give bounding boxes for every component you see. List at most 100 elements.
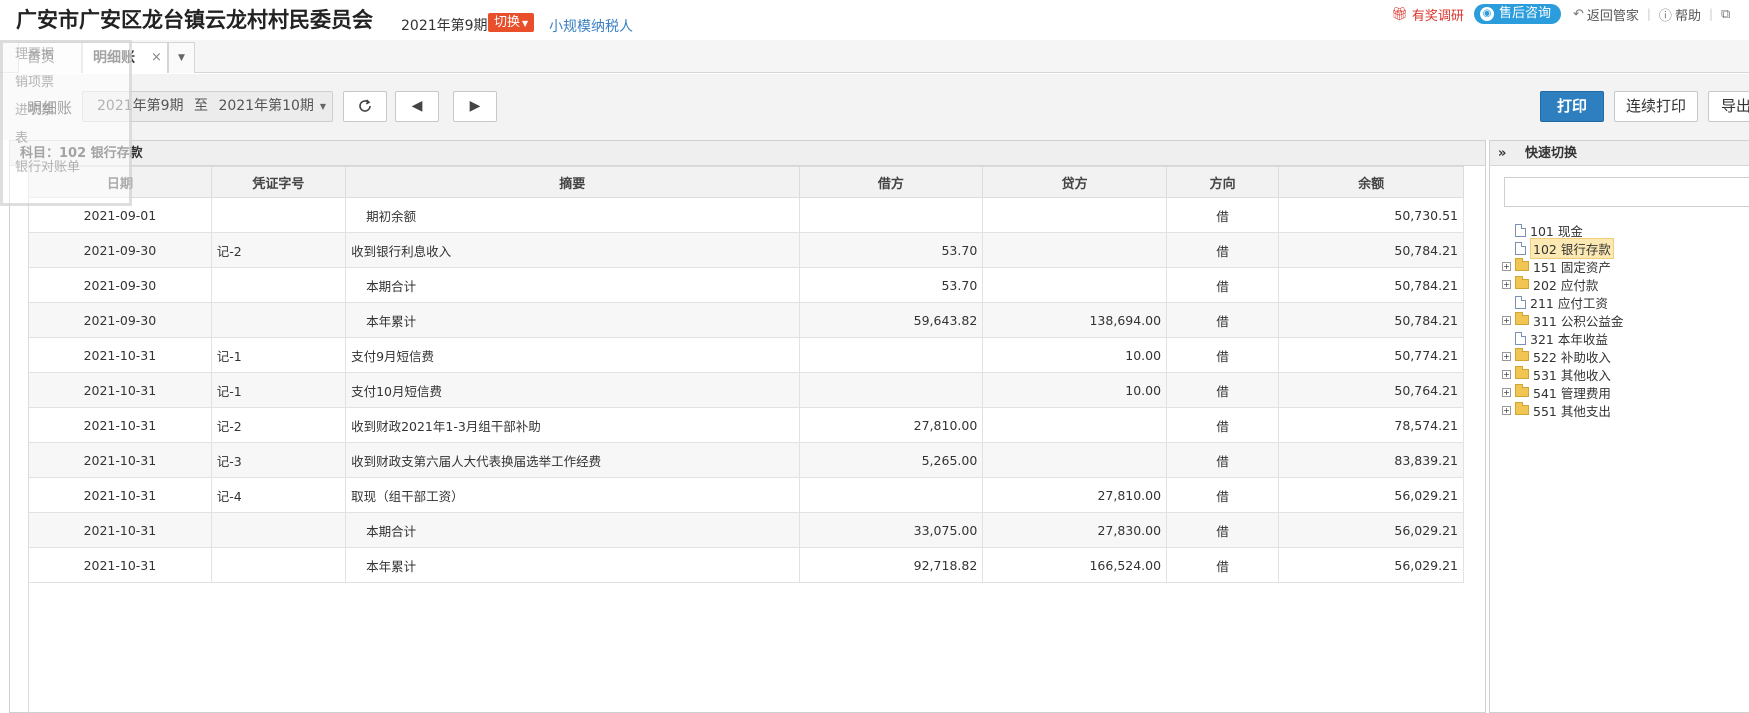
expand-icon[interactable]: + (1502, 351, 1511, 361)
continuous-print-button[interactable]: 连续打印 (1614, 91, 1698, 122)
period-range-select[interactable]: 2021年第9期 至 2021年第10期 ▼ (82, 91, 333, 122)
toolbar: 明细账 2021年第9期 至 2021年第10期 ▼ ◀ ▶ 打印 连续打印 导… (0, 74, 1749, 140)
divider: | (1646, 7, 1651, 21)
tree-node[interactable]: +541 管理费用 (1502, 383, 1742, 401)
cell-date: 2021-09-30 (28, 232, 212, 268)
switch-period-button[interactable]: 切换 ▼ (488, 13, 535, 32)
table-row[interactable]: 2021-10-31 记-3 收到财政支第六届人大代表换届选举工作经费 5,265.0… (28, 442, 1464, 478)
table-row[interactable]: 2021-10-31 记-4 取现（组干部工资） 27,810.00 借 56,029.2… (28, 477, 1464, 513)
table-row[interactable]: 2021-10-31 记-1 支付9月短信费 10.00 借 50,774.21 (28, 337, 1464, 373)
cell-summary: 本期合计 (345, 512, 800, 548)
back-to-manager-link[interactable]: ↶ 返回管家 (1573, 5, 1639, 24)
cell-date: 2021-10-31 (28, 337, 212, 373)
cell-summary: 期初余额 (345, 197, 800, 233)
table-row[interactable]: 2021-10-31 记-2 收到财政2021年1-3月组干部补助 27,810.00… (28, 407, 1464, 443)
tree-node[interactable]: 102 银行存款 (1502, 237, 1742, 259)
table-row[interactable]: 2021-09-30 本年累计 59,643.82 138,694.00 借 50,784… (28, 302, 1464, 338)
expand-icon[interactable]: + (1502, 369, 1511, 379)
cell-summary: 本年累计 (345, 547, 800, 583)
export-button[interactable]: 导出 (1708, 91, 1749, 122)
prev-period-button[interactable]: ◀ (395, 91, 439, 122)
refresh-button[interactable] (343, 91, 387, 122)
expand-icon[interactable]: + (1502, 279, 1511, 289)
tree-node[interactable]: +522 补助收入 (1502, 347, 1742, 365)
cell-date: 2021-10-31 (28, 512, 212, 548)
tree-node[interactable]: +531 其他收入 (1502, 365, 1742, 383)
cell-debit: 5,265.00 (798, 442, 984, 478)
taxpayer-type-link[interactable]: 小规模纳税人 (549, 16, 633, 36)
cell-balance: 50,764.21 (1278, 372, 1464, 408)
cell-dir: 借 (1166, 267, 1280, 303)
cell-date: 2021-09-30 (28, 302, 212, 338)
next-period-button[interactable]: ▶ (453, 91, 497, 122)
table-row[interactable]: 2021-09-30 本期合计 53.70 借 50,784.21 (28, 267, 1464, 303)
help-link[interactable]: ⓘ 帮助 (1659, 5, 1701, 24)
eye-icon: ◉ (1479, 7, 1494, 21)
tree-node-label: 102 银行存款 (1530, 237, 1614, 259)
org-title: 广安市广安区龙台镇云龙村村民委员会 (16, 8, 373, 32)
table-row[interactable]: 2021-10-31 记-1 支付10月短信费 10.00 借 50,764.21 (28, 372, 1464, 408)
cell-dir: 借 (1166, 442, 1280, 478)
collapse-panel-icon[interactable]: » (1498, 146, 1506, 161)
column-header: 凭证字号 (210, 166, 347, 198)
divider: | (1708, 7, 1713, 21)
cell-debit (798, 477, 984, 513)
close-icon[interactable]: × (151, 43, 162, 73)
column-header: 余额 (1278, 166, 1464, 198)
range-to: 2021年第10期 (218, 98, 314, 114)
folder-icon (1515, 276, 1529, 289)
cell-date: 2021-09-01 (28, 197, 212, 233)
table-row[interactable]: 2021-10-31 本年累计 92,718.82 166,524.00 借 56,029… (28, 547, 1464, 583)
tab-home[interactable]: 首页 (18, 42, 82, 73)
expand-icon[interactable]: + (1502, 315, 1511, 325)
print-button[interactable]: 打印 (1540, 91, 1604, 122)
cell-date: 2021-10-31 (28, 442, 212, 478)
cell-balance: 50,784.21 (1278, 267, 1464, 303)
divider (28, 197, 29, 713)
survey-label: 有奖调研 (1411, 8, 1464, 24)
tab-ledger[interactable]: 明细账 × (82, 42, 168, 73)
cell-debit: 59,643.82 (798, 302, 984, 338)
quick-switch-search-input[interactable] (1504, 177, 1749, 207)
tree-node[interactable]: +551 其他支出 (1502, 401, 1742, 419)
table-row[interactable]: 2021-09-30 记-2 收到银行利息收入 53.70 借 50,784.21 (28, 232, 1464, 268)
tree-node-label: 311 公积公益金 (1533, 313, 1624, 329)
tree-node-label: 321 本年收益 (1530, 331, 1608, 347)
file-icon (1515, 331, 1526, 345)
expand-icon[interactable]: + (1502, 261, 1511, 271)
tree-node-label: 151 固定资产 (1533, 259, 1611, 275)
column-header: 摘要 (345, 166, 800, 198)
folder-icon (1515, 258, 1529, 271)
cell-voucher: 记-3 (210, 442, 347, 478)
tree-node[interactable]: 321 本年收益 (1502, 329, 1742, 347)
tree-node[interactable]: 211 应付工资 (1502, 293, 1742, 311)
file-icon (1515, 241, 1526, 255)
tree-node[interactable]: +202 应付款 (1502, 275, 1742, 293)
survey-link[interactable]: 🎁︎ 有奖调研 (1391, 5, 1464, 24)
triangle-right-icon: ▶ (469, 98, 481, 114)
fullscreen-link[interactable]: ⧉ (1721, 7, 1741, 22)
back-label: 返回管家 (1586, 8, 1639, 24)
table-row[interactable]: 2021-09-01 期初余额 借 50,730.51 (28, 197, 1464, 233)
expand-icon[interactable]: + (1502, 387, 1511, 397)
cell-balance: 50,784.21 (1278, 232, 1464, 268)
cell-balance: 56,029.21 (1278, 477, 1464, 513)
refresh-icon (359, 99, 371, 112)
cell-credit (982, 197, 1168, 233)
cell-balance: 78,574.21 (1278, 407, 1464, 443)
cell-date: 2021-10-31 (28, 477, 212, 513)
tab-more-dropdown[interactable]: ▼ (168, 42, 195, 73)
current-period: 2021年第9期 (401, 18, 488, 34)
cell-debit (798, 337, 984, 373)
expand-icon[interactable]: + (1502, 405, 1511, 415)
cell-dir: 借 (1166, 512, 1280, 548)
tree-node[interactable]: +151 固定资产 (1502, 257, 1742, 275)
tree-node[interactable]: +311 公积公益金 (1502, 311, 1742, 329)
table-row[interactable]: 2021-10-31 本期合计 33,075.00 27,830.00 借 56,029.… (28, 512, 1464, 548)
consult-button[interactable]: ◉ 售后咨询 (1473, 4, 1561, 24)
cell-debit: 27,810.00 (798, 407, 984, 443)
tree-node[interactable]: 101 现金 (1502, 221, 1742, 239)
folder-icon (1515, 384, 1529, 397)
cell-date: 2021-10-31 (28, 407, 212, 443)
cell-credit (982, 407, 1168, 443)
